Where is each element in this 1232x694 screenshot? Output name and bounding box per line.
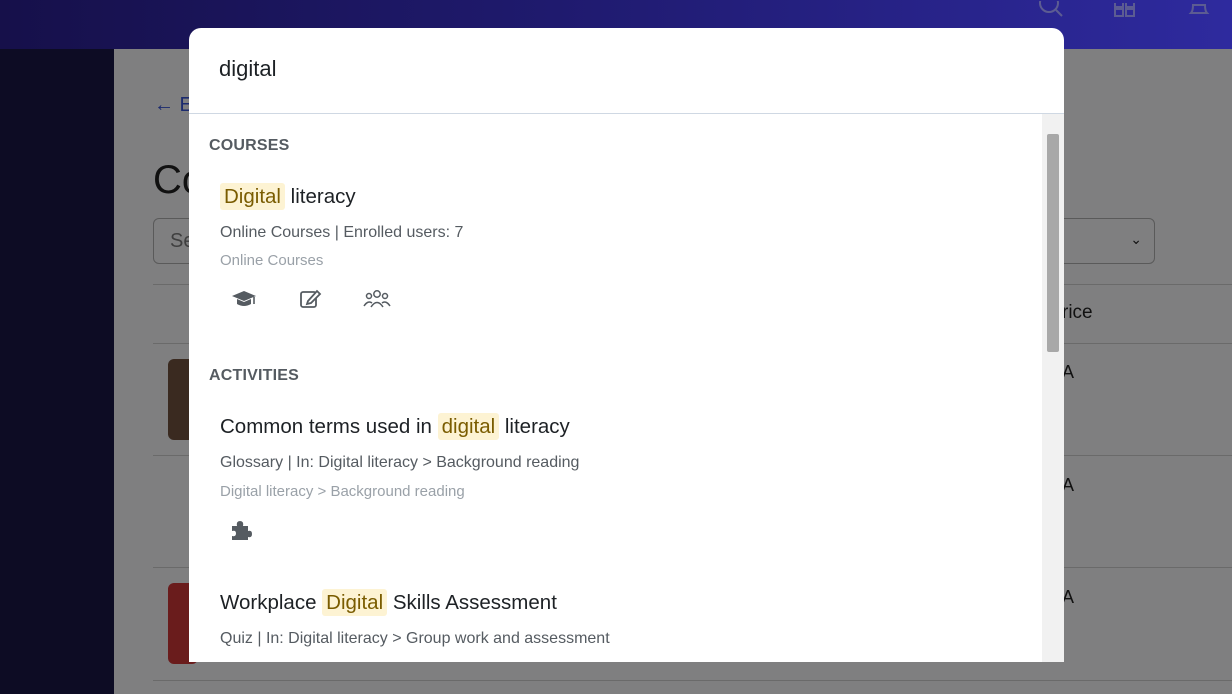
course-result-meta: Online Courses | Enrolled users: 7 [220, 224, 464, 241]
edit-icon[interactable] [296, 287, 324, 311]
bell-icon[interactable] [1188, 0, 1210, 23]
users-icon[interactable] [363, 287, 391, 311]
chevron-down-icon[interactable]: ⌄ [1130, 231, 1142, 248]
title-text: Skills Assessment [387, 591, 557, 614]
highlighted-match: Digital [220, 183, 285, 210]
section-title-activities: ACTIVITIES [209, 367, 300, 384]
search-results: COURSES Digital literacy Online Courses … [189, 114, 1042, 662]
course-result-path: Online Courses [220, 252, 324, 269]
highlighted-match: Digital [322, 589, 388, 616]
activity-result-title[interactable]: Common terms used in digital literacy [220, 413, 570, 440]
title-text: Common terms used in [220, 415, 438, 438]
sidebar [0, 49, 114, 694]
activity-result-meta: Glossary | In: Digital literacy > Backgr… [220, 454, 580, 471]
grid-apps-icon[interactable] [1114, 0, 1136, 23]
activity-result-path: Digital literacy > Background reading [220, 483, 465, 500]
title-text: literacy [284, 185, 356, 208]
course-result-title[interactable]: Digital literacy [220, 183, 356, 210]
global-search-modal: digital COURSES Digital literacy Online … [189, 28, 1064, 662]
search-header: digital [189, 28, 1064, 114]
title-text: literacy [499, 415, 570, 438]
graduation-cap-icon[interactable] [230, 287, 258, 311]
results-scrollbar[interactable] [1042, 114, 1064, 662]
activity-result-meta: Quiz | In: Digital literacy > Group work… [220, 630, 610, 647]
price-column-header: rice [1062, 302, 1093, 323]
search-query-input[interactable]: digital [219, 56, 276, 82]
puzzle-icon[interactable] [228, 518, 252, 542]
divider [153, 680, 1232, 681]
scrollbar-thumb[interactable] [1047, 134, 1059, 352]
back-link[interactable]: ← E [154, 94, 193, 117]
activity-result-title[interactable]: Workplace Digital Skills Assessment [220, 589, 557, 616]
section-title-courses: COURSES [209, 137, 290, 154]
title-text: Workplace [220, 591, 323, 614]
highlighted-match: digital [437, 413, 500, 440]
search-icon[interactable] [1038, 0, 1064, 23]
